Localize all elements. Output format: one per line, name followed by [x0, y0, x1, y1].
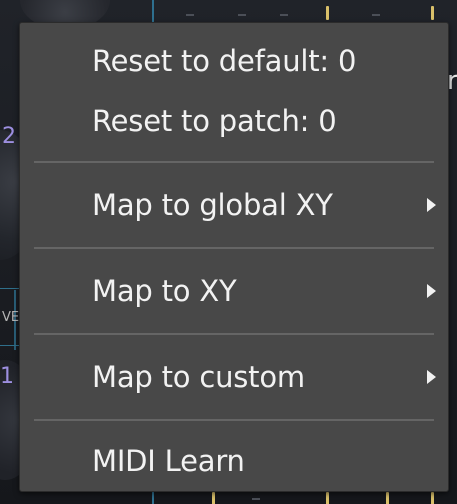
menu-separator — [34, 419, 434, 421]
menu-item-label: Map to XY — [92, 274, 237, 308]
menu-separator — [34, 247, 434, 249]
menu-item-label: Reset to default: 0 — [92, 44, 357, 78]
scale-dash — [372, 14, 380, 16]
parameter-context-menu: Reset to default: 0 Reset to patch: 0 Ma… — [19, 22, 449, 492]
parameter-label-fragment: VE — [2, 310, 20, 325]
menu-item-reset-to-patch[interactable]: Reset to patch: 0 — [20, 99, 448, 143]
parameter-number: 1 — [0, 364, 14, 389]
menu-item-midi-learn[interactable]: MIDI Learn — [20, 439, 448, 483]
menu-item-label: Reset to patch: 0 — [92, 104, 337, 138]
gold-tick-marker — [326, 6, 329, 20]
menu-item-reset-to-default[interactable]: Reset to default: 0 — [20, 39, 448, 83]
menu-item-label: Map to custom — [92, 360, 305, 394]
chevron-right-icon — [427, 370, 436, 384]
scale-dash — [252, 498, 260, 500]
menu-item-label: Map to global XY — [92, 188, 333, 222]
scale-dash — [280, 14, 288, 16]
menu-item-label: MIDI Learn — [92, 444, 245, 478]
menu-item-map-to-xy[interactable]: Map to XY — [20, 269, 448, 313]
menu-separator — [34, 161, 434, 163]
gold-tick-marker — [431, 492, 434, 504]
gold-tick-marker — [326, 492, 329, 504]
blue-divider — [0, 345, 20, 346]
chevron-right-icon — [427, 198, 436, 212]
menu-separator — [34, 333, 434, 335]
chevron-right-icon — [427, 284, 436, 298]
gold-tick-marker — [386, 492, 389, 504]
gold-tick-marker — [212, 492, 215, 504]
scale-dash — [238, 14, 246, 16]
menu-item-map-to-custom[interactable]: Map to custom — [20, 355, 448, 399]
gold-tick-marker — [431, 6, 434, 20]
blue-divider — [0, 288, 20, 289]
scale-dash — [186, 14, 194, 16]
parameter-number: 2 — [2, 124, 16, 149]
menu-item-map-to-global-xy[interactable]: Map to global XY — [20, 183, 448, 227]
